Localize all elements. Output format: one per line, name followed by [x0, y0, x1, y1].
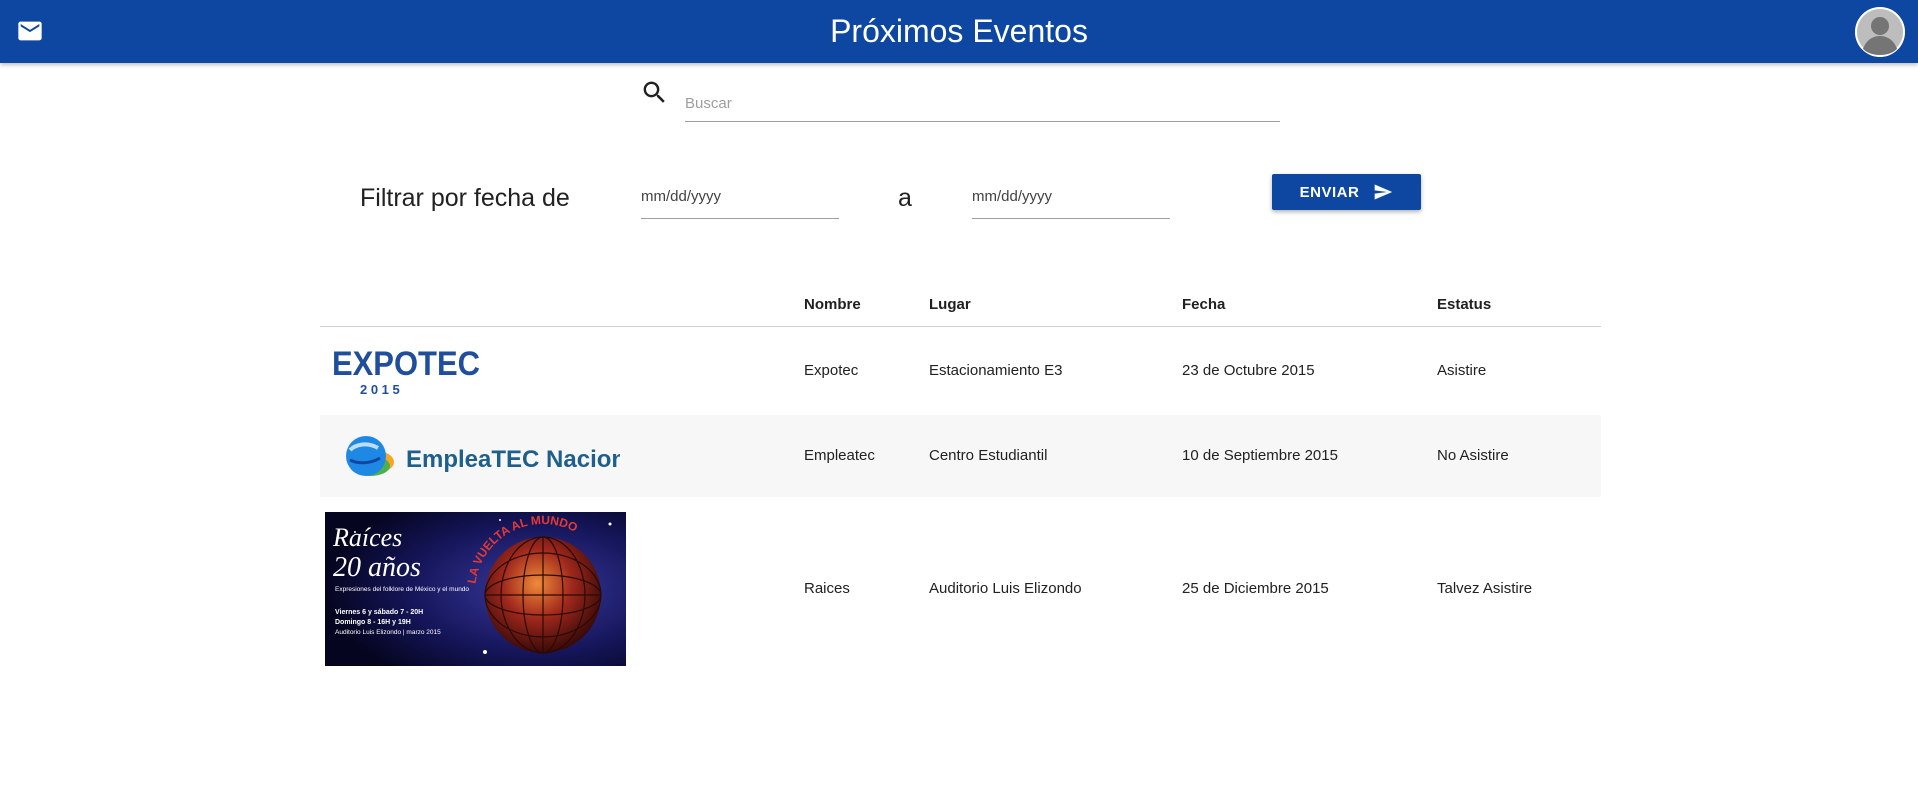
- column-header-logo: [320, 282, 804, 327]
- submit-button[interactable]: ENVIAR: [1272, 174, 1421, 210]
- svg-text:EXPOTEC: EXPOTEC: [332, 345, 480, 383]
- svg-text:20 años: 20 años: [333, 552, 421, 583]
- empleatec-logo: EmpleaTEC Nacional: [346, 435, 620, 476]
- event-lugar: Estacionamiento E3: [929, 362, 1063, 380]
- table-header-row: Nombre Lugar Fecha Estatus: [320, 282, 1601, 327]
- column-header-fecha[interactable]: Fecha: [1182, 282, 1437, 327]
- table-row[interactable]: EXPOTEC 2 0 1 5 Expotec Estacionamiento …: [320, 327, 1601, 415]
- column-header-lugar[interactable]: Lugar: [929, 282, 1182, 327]
- user-avatar-icon[interactable]: [1855, 7, 1905, 57]
- date-from-input[interactable]: mm/dd/yyyy: [641, 182, 839, 219]
- event-nombre: Expotec: [804, 362, 859, 380]
- table-row[interactable]: LA VUELTA AL MUNDO Raíces 20 años Expres…: [320, 497, 1601, 681]
- event-fecha: 10 de Septiembre 2015: [1182, 447, 1338, 464]
- event-logo-cell: LA VUELTA AL MUNDO Raíces 20 años Expres…: [320, 497, 804, 681]
- event-fecha: 23 de Octubre 2015: [1182, 362, 1315, 380]
- date-range-separator: a: [898, 184, 912, 212]
- event-logo-cell: EmpleaTEC Nacional: [320, 415, 804, 497]
- svg-text:Domingo 8 - 16H y 19H: Domingo 8 - 16H y 19H: [335, 619, 411, 626]
- svg-text:2 0 1 5: 2 0 1 5: [360, 382, 400, 397]
- raices-poster: LA VUELTA AL MUNDO Raíces 20 años Expres…: [325, 511, 626, 666]
- search-input[interactable]: [685, 85, 1280, 122]
- svg-text:Viernes 6 y sábado 7 - 20H: Viernes 6 y sábado 7 - 20H: [335, 609, 423, 616]
- svg-text:Auditorio Luis Elizondo | ma: Auditorio Luis Elizondo | marzo 2015: [335, 629, 441, 636]
- event-nombre: Raices: [804, 580, 850, 597]
- event-estatus: Asistire: [1437, 362, 1487, 380]
- search-icon: [640, 78, 669, 107]
- event-logo-cell: EXPOTEC 2 0 1 5: [320, 327, 804, 415]
- date-to-input[interactable]: mm/dd/yyyy: [972, 182, 1170, 219]
- send-icon: [1375, 184, 1393, 200]
- svg-text:EmpleaTEC Nacional: EmpleaTEC Nacional: [406, 446, 620, 473]
- svg-text:Raíces: Raíces: [332, 523, 402, 552]
- page-title: Próximos Eventos: [830, 13, 1088, 49]
- column-header-estatus[interactable]: Estatus: [1437, 282, 1601, 327]
- event-estatus: No Asistire: [1437, 447, 1509, 464]
- submit-label: ENVIAR: [1299, 183, 1360, 201]
- filter-label: Filtrar por fecha de: [360, 184, 570, 212]
- expotec-logo: EXPOTEC 2 0 1 5: [332, 345, 480, 397]
- column-header-nombre[interactable]: Nombre: [804, 282, 929, 327]
- event-lugar: Auditorio Luis Elizondo: [929, 580, 1082, 597]
- event-estatus: Talvez Asistire: [1437, 580, 1533, 597]
- event-nombre: Empleatec: [804, 447, 875, 464]
- event-lugar: Centro Estudiantil: [929, 447, 1048, 464]
- app-bar: Próximos Eventos: [0, 0, 1918, 63]
- event-fecha: 25 de Diciembre 2015: [1182, 580, 1329, 597]
- events-table: Nombre Lugar Fecha Estatus EXPOTEC 2 0 1…: [320, 282, 1601, 681]
- svg-text:Expresiones del folklore de Mé: Expresiones del folklore de México y el …: [335, 586, 469, 593]
- table-row[interactable]: EmpleaTEC Nacional Empleatec Centro Estu…: [320, 414, 1601, 497]
